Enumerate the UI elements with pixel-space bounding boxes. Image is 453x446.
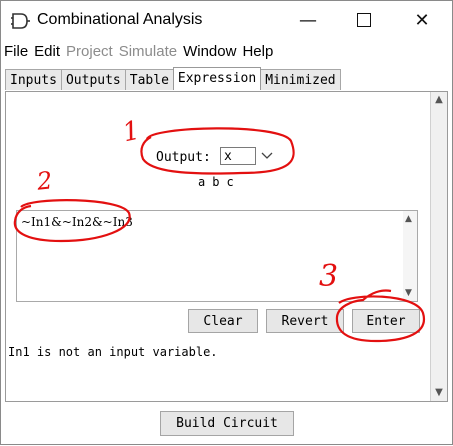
expression-scrollbar[interactable]: ▲ ▼ xyxy=(403,211,417,301)
maximize-button[interactable] xyxy=(336,1,392,39)
output-select[interactable]: x xyxy=(220,147,256,165)
tab-inputs[interactable]: Inputs xyxy=(5,69,62,90)
menu-window[interactable]: Window xyxy=(180,41,239,63)
tab-expression[interactable]: Expression xyxy=(172,67,262,90)
var-c: c xyxy=(226,173,234,189)
chevron-down-icon[interactable] xyxy=(258,147,276,165)
menu-file[interactable]: File xyxy=(1,41,31,63)
tab-minimized[interactable]: Minimized xyxy=(260,69,341,90)
expression-input[interactable]: ~In1&~In2&~In3 ▲ ▼ xyxy=(16,210,418,302)
status-message: In1 is not an input variable. xyxy=(8,345,218,359)
minimize-icon: — xyxy=(299,9,317,31)
arrow-up-icon[interactable]: ▲ xyxy=(405,214,412,224)
enter-button[interactable]: Enter xyxy=(352,309,420,333)
clear-button[interactable]: Clear xyxy=(188,309,258,333)
maximize-icon xyxy=(357,13,371,27)
panel-scrollbar[interactable]: ▲ ▼ xyxy=(430,92,447,401)
expression-text: ~In1&~In2&~In3 xyxy=(21,215,133,229)
menu-simulate[interactable]: Simulate xyxy=(116,41,180,63)
expression-preview: a b c xyxy=(198,173,234,189)
var-a: a xyxy=(198,173,206,189)
tab-strip: Inputs Outputs Table Expression Minimize… xyxy=(5,67,341,91)
minimize-button[interactable]: — xyxy=(280,1,336,39)
menu-edit[interactable]: Edit xyxy=(31,41,63,63)
output-select-value: x xyxy=(224,149,232,164)
window-title: Combinational Analysis xyxy=(37,11,203,28)
build-circuit-button[interactable]: Build Circuit xyxy=(160,411,294,436)
expression-panel: ▲ ▼ Output: x a b c ~In1&~In2&~In3 ▲ ▼ C… xyxy=(5,91,448,402)
menu-project[interactable]: Project xyxy=(63,41,116,63)
revert-button[interactable]: Revert xyxy=(266,309,344,333)
title-bar: Combinational Analysis — ✕ xyxy=(1,1,452,39)
arrow-up-icon[interactable]: ▲ xyxy=(434,95,444,105)
close-button[interactable]: ✕ xyxy=(394,1,450,39)
var-b: b xyxy=(212,173,220,189)
menu-bar: File Edit Project Simulate Window Help xyxy=(1,41,276,63)
output-label: Output: xyxy=(156,150,211,165)
logisim-app-icon xyxy=(11,13,30,29)
arrow-down-icon[interactable]: ▼ xyxy=(434,388,444,398)
menu-help[interactable]: Help xyxy=(239,41,276,63)
tab-outputs[interactable]: Outputs xyxy=(60,69,126,90)
analysis-window: Combinational Analysis — ✕ File Edit Pro… xyxy=(0,0,453,445)
close-icon: ✕ xyxy=(414,9,430,31)
tab-table[interactable]: Table xyxy=(124,69,174,90)
arrow-down-icon[interactable]: ▼ xyxy=(405,288,412,298)
